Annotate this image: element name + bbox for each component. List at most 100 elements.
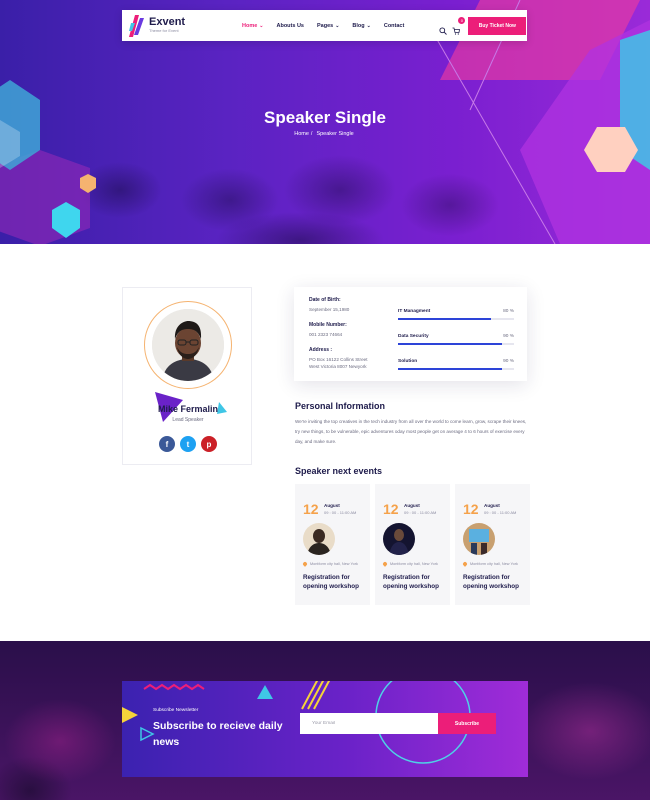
event-title-link[interactable]: Registration for opening workshop [383,573,447,591]
nav-menu: Home ⌄ Abouts Us Pages ⌄ Blog ⌄ Contact [242,23,417,29]
avatar-ring [144,301,232,389]
social-links: f t p [123,436,253,452]
address-label: Address : [309,347,333,353]
address-line-2: West Victoria 8007 Newyork [309,364,367,369]
subscribe-button[interactable]: Subscribe [438,713,496,734]
dob-label: Date of Birth: [309,297,341,303]
skill-percent: 90 % [503,359,514,364]
event-month: August [484,503,500,508]
skill-name: Solution [398,359,418,364]
speaker-profile-card: Mike Fermalin Lead Speaker f t p [122,287,252,465]
event-location: Montform city hall, New York [302,561,358,567]
newsletter-label: Subscribe Newsletter [153,708,199,713]
events-list: 12 August 09 : 00 - 11:00 AM Montform ci… [295,484,530,605]
cart-icon[interactable]: 0 [452,16,466,35]
skill-progress-track [398,343,514,345]
event-location: Montform city hall, New York [382,561,438,567]
page-title: Speaker Single [264,108,386,127]
breadcrumb: Home / Speaker Single [0,131,650,137]
speaker-details-box: Date of Birth: September 15,1980 Mobile … [294,287,527,381]
footer-section: Subscribe Newsletter Subscribe to reciev… [0,641,650,800]
breadcrumb-current: Speaker Single [316,131,354,137]
speaker-role: Lead Speaker [172,417,204,423]
event-location-text: Montform city hall, New York [470,562,518,566]
event-location-text: Montform city hall, New York [310,562,358,566]
skills-list: IT Managment 80 % Data Security 90 % Sol… [398,309,514,384]
pinterest-icon[interactable]: p [201,436,217,452]
skill-name: Data Security [398,334,429,339]
event-day: 12 [383,501,399,517]
address-line-1: PO Box 16122 Collins Street [309,357,368,362]
dob-value: September 15,1980 [309,307,350,312]
page-hero: Exvent Theme for Event Home ⌄ Abouts Us … [0,0,650,244]
event-time: 09 : 00 - 11:00 AM [324,510,357,515]
skill-percent: 80 % [503,309,514,314]
event-month: August [404,503,420,508]
location-pin-icon [462,561,468,567]
event-day: 12 [303,501,319,517]
twitter-icon[interactable]: t [180,436,196,452]
event-card[interactable]: 12 August 09 : 00 - 11:00 AM Montform ci… [375,484,450,605]
event-photo [303,523,335,555]
contact-details: Date of Birth: September 15,1980 Mobile … [309,297,389,370]
speaker-avatar [152,309,224,381]
speaker-name: Mike Fermalin [157,404,219,414]
mobile-label: Mobile Number: [309,322,347,328]
location-pin-icon [302,561,308,567]
skill-progress-track [398,318,514,320]
newsletter-box: Subscribe Newsletter Subscribe to reciev… [122,681,528,777]
event-card[interactable]: 12 August 09 : 00 - 11:00 AM Montform ci… [455,484,530,605]
event-location: Montform city hall, New York [462,561,518,567]
buy-ticket-button[interactable]: Buy Ticket Now [468,16,527,35]
event-photo [463,523,495,555]
chevron-down-icon: ⌄ [335,22,340,29]
personal-info-heading: Personal Information [295,401,386,411]
nav-item-label: Blog [352,22,365,29]
nav-item-about[interactable]: Abouts Us [276,23,304,29]
skill-name: IT Managment [398,309,431,314]
nav-item-label: Home [242,22,258,29]
nav-item-blog[interactable]: Blog ⌄ [352,23,370,29]
next-events-heading: Speaker next events [295,466,383,476]
skill-progress-fill [398,368,503,370]
nav-item-label: Abouts Us [276,22,304,29]
skill-item: Data Security 90 % [398,334,514,345]
breadcrumb-separator: / [310,131,313,137]
nav-item-home[interactable]: Home ⌄ [242,23,263,29]
main-navbar: Exvent Theme for Event Home ⌄ Abouts Us … [122,10,527,41]
location-pin-icon [382,561,388,567]
event-time: 09 : 00 - 11:00 AM [404,510,437,515]
newsletter-title: Subscribe to recieve daily news [153,720,283,748]
brand-tagline: Theme for Event [149,28,179,33]
breadcrumb-home-link[interactable]: Home [294,131,309,137]
brand-name: Exvent [149,16,186,28]
event-month: August [324,503,340,508]
event-title-link[interactable]: Registration for opening workshop [303,573,367,591]
event-title-link[interactable]: Registration for opening workshop [463,573,527,591]
skill-progress-fill [398,343,503,345]
chevron-down-icon: ⌄ [259,22,264,29]
cart-count-badge: 0 [458,16,466,24]
nav-item-contact[interactable]: Contact [384,23,404,29]
nav-item-label: Pages [316,22,334,29]
event-card[interactable]: 12 August 09 : 00 - 11:00 AM Montform ci… [295,484,370,605]
skill-item: IT Managment 80 % [398,309,514,320]
event-location-text: Montform city hall, New York [390,562,438,566]
skill-progress-fill [398,318,491,320]
site-logo[interactable]: Exvent Theme for Event [129,14,217,37]
logo-icon [129,14,145,37]
skill-item: Solution 90 % [398,359,514,370]
personal-info-text: We're inviting the top creatives in the … [295,419,527,444]
chevron-down-icon: ⌄ [366,22,371,29]
mobile-value: 001 2323 74664 [309,332,343,337]
search-icon[interactable] [439,22,448,35]
email-field[interactable] [300,713,438,734]
nav-icons: 0 [439,16,466,35]
facebook-icon[interactable]: f [159,436,175,452]
skill-percent: 90 % [503,334,514,339]
skill-progress-track [398,368,514,370]
nav-item-label: Contact [383,22,405,29]
nav-item-pages[interactable]: Pages ⌄ [317,23,339,29]
event-time: 09 : 00 - 11:00 AM [484,510,517,515]
event-day: 12 [463,501,479,517]
